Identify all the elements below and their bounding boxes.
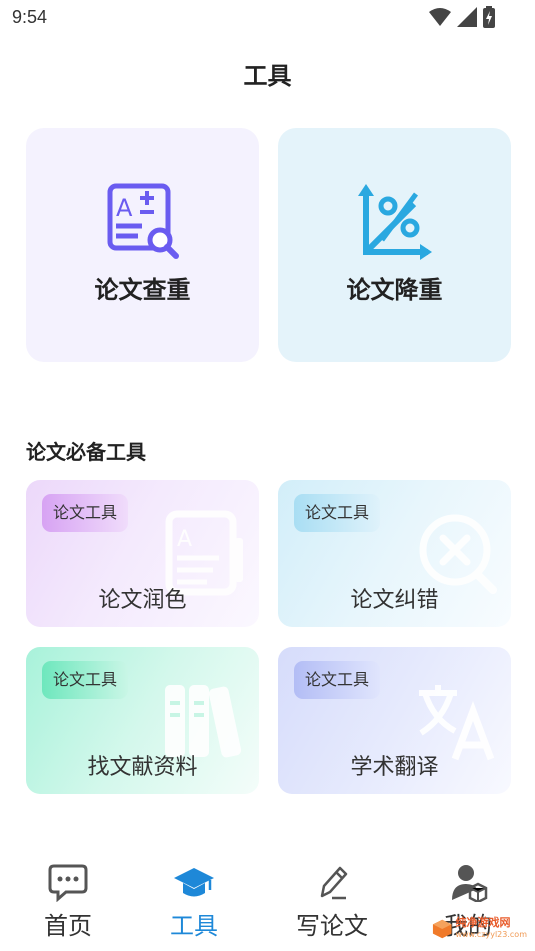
- svg-text:A: A: [177, 527, 192, 552]
- tool-label: 学术翻译: [350, 755, 439, 780]
- reduce-duplication-label: 论文降重: [346, 276, 443, 304]
- tab-write[interactable]: 写论文: [282, 850, 382, 951]
- tool-tag: 论文工具: [294, 661, 381, 699]
- tool-tag: 论文工具: [294, 494, 381, 532]
- watermark-url: www.czyyl23.com: [455, 930, 527, 939]
- tab-label: 首页: [44, 912, 92, 940]
- tab-home[interactable]: 首页: [18, 850, 118, 951]
- wifi-icon: [429, 8, 451, 26]
- user-icon: [452, 865, 488, 902]
- status-bar: 9:54: [0, 0, 535, 36]
- tool-tag: 论文工具: [42, 494, 129, 532]
- watermark: 纯净游戏网 www.czyyl23.com: [432, 915, 527, 943]
- tool-tag: 论文工具: [42, 661, 129, 699]
- watermark-text: 纯净游戏网: [455, 916, 511, 929]
- tool-label: 找文献资料: [87, 755, 198, 780]
- plagiarism-check-card[interactable]: A 论文查重: [26, 128, 259, 362]
- status-time: 9:54: [12, 7, 48, 27]
- section-title: 论文必备工具: [26, 440, 146, 464]
- tab-tools[interactable]: 工具: [144, 850, 244, 951]
- svg-text:A: A: [116, 194, 133, 222]
- tool-card-correct[interactable]: 论文工具 论文纠错: [278, 480, 511, 627]
- plagiarism-check-label: 论文查重: [94, 276, 191, 304]
- page-title: 工具: [243, 62, 292, 90]
- reduce-duplication-card[interactable]: 论文降重: [278, 128, 511, 362]
- tool-label: 论文润色: [98, 588, 187, 613]
- watermark-logo-icon: [432, 919, 452, 939]
- graduation-cap-icon: [174, 868, 214, 897]
- tab-label: 写论文: [296, 912, 368, 940]
- percent-reduce-icon: [358, 184, 432, 260]
- tool-card-literature[interactable]: 论文工具 找文献资料: [26, 647, 259, 794]
- status-icons: [429, 6, 495, 28]
- plagiarism-check-icon: A: [107, 183, 179, 259]
- tool-label: 论文纠错: [350, 588, 439, 613]
- battery-icon: [483, 6, 495, 28]
- tool-card-translate[interactable]: 论文工具 学术翻译: [278, 647, 511, 794]
- pencil-icon: [320, 866, 348, 900]
- tool-card-polish[interactable]: 论文工具 A 论文润色: [26, 480, 259, 627]
- tab-label: 工具: [170, 912, 218, 940]
- chat-bubble-icon: [48, 864, 88, 902]
- signal-icon: [457, 7, 477, 27]
